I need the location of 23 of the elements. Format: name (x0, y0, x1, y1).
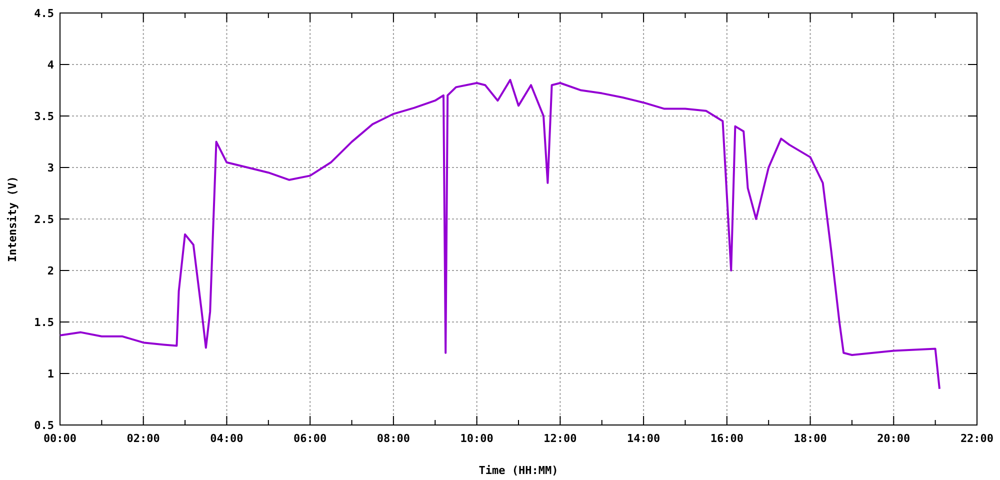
x-axis-title: Time (HH:MM) (478, 464, 558, 477)
tick-label: 00:00 (43, 432, 77, 445)
tick-label: 0.5 (34, 419, 54, 432)
y-axis-title: Intensity (V) (6, 176, 19, 262)
tick-label: 16:00 (710, 432, 744, 445)
tick-label: 3 (47, 162, 54, 174)
tick-label: 06:00 (294, 432, 327, 445)
tick-label: 04:00 (210, 432, 244, 445)
tick-label: 18:00 (794, 432, 827, 445)
tick-label: 08:00 (376, 432, 410, 445)
tick-label: 02:00 (126, 432, 160, 445)
tick-label: 12:00 (544, 432, 577, 445)
tick-label: 1.5 (34, 316, 54, 329)
tick-label: 22:00 (960, 432, 994, 445)
tick-label: 14:00 (626, 432, 660, 445)
tick-label: 20:00 (877, 432, 910, 445)
tick-label: 1 (47, 368, 54, 380)
tick-label: 4.5 (34, 7, 54, 20)
tick-label: 2 (47, 264, 54, 278)
tick-label: 4 (47, 58, 54, 72)
tick-label: 3.5 (34, 110, 54, 123)
tick-label: 10:00 (460, 432, 494, 445)
tick-label: 2.5 (34, 213, 54, 226)
